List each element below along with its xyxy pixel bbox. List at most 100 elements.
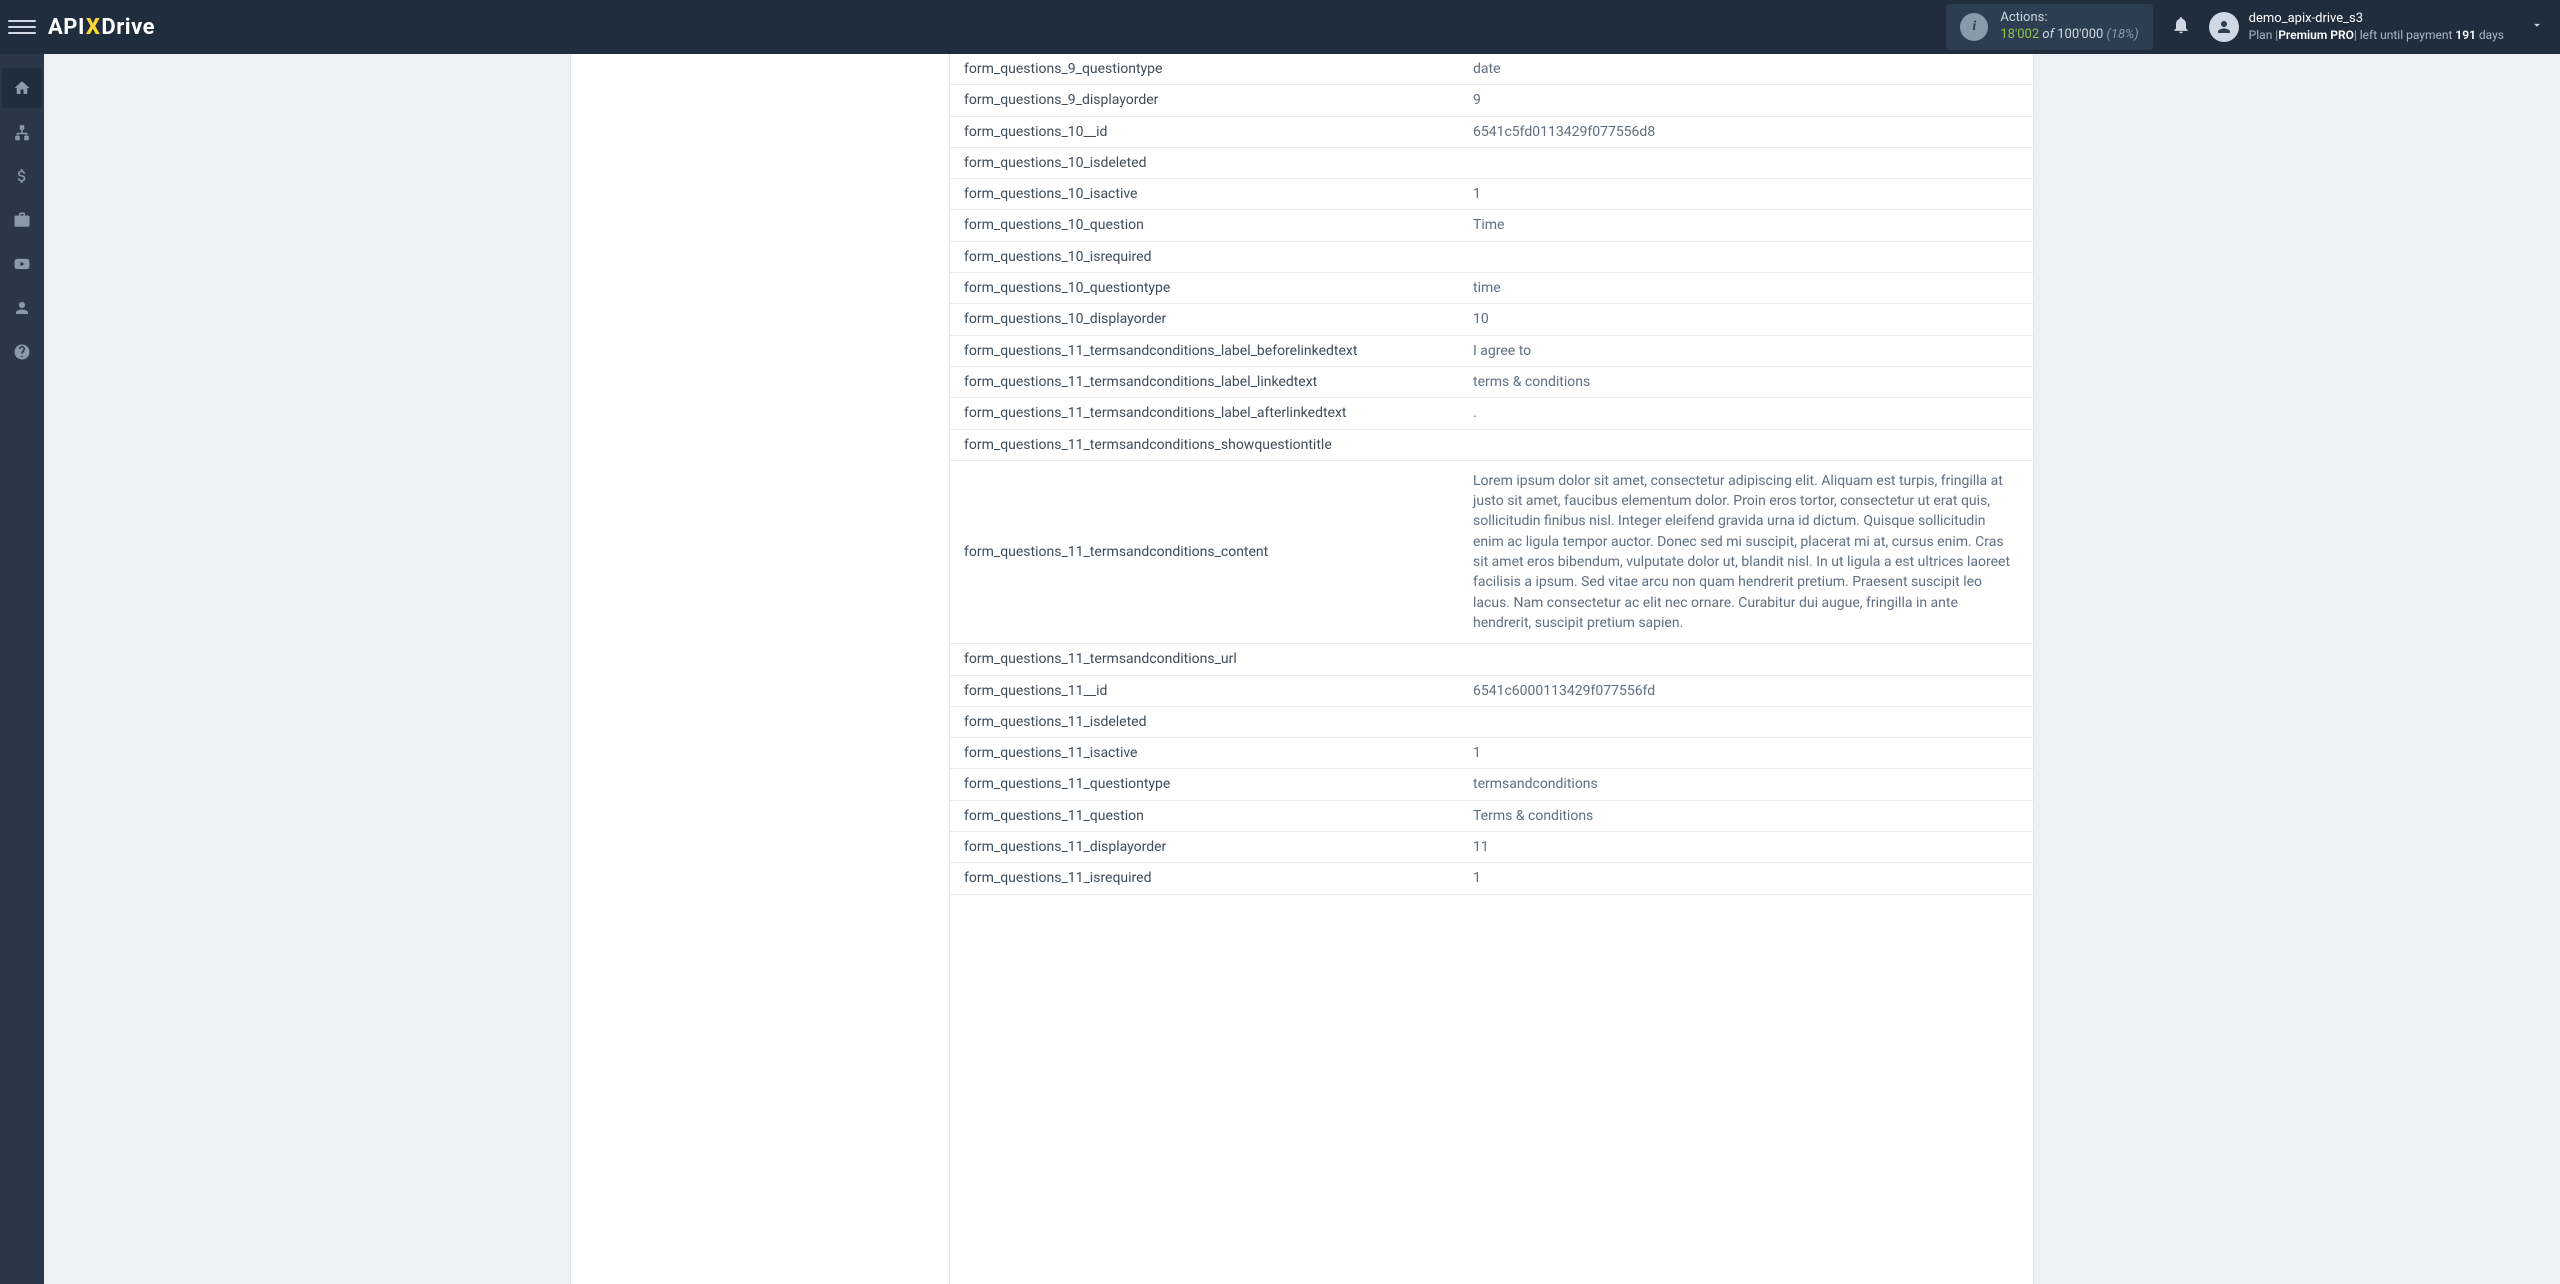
top-header: APIXDrive i Actions: 18'002 of 100'000 (… [0,0,2560,54]
sidebar-item-connections[interactable] [2,112,42,152]
field-key: form_questions_11_termsandconditions_sho… [950,429,1459,460]
sidebar-item-account[interactable] [2,288,42,328]
table-row: form_questions_11_questionTerms & condit… [950,800,2033,831]
field-value: 6541c5fd0113429f077556d8 [1459,116,2033,147]
username: demo_apix-drive_s3 [2249,11,2504,28]
field-key: form_questions_11_termsandconditions_lab… [950,366,1459,397]
field-value: 1 [1459,863,2033,894]
left-panel [570,54,950,1284]
data-table: form_questions_9_questiontypedateform_qu… [950,54,2033,895]
dollar-icon [13,167,31,185]
main-panel: form_questions_9_questiontypedateform_qu… [950,54,2034,1284]
field-key: form_questions_9_displayorder [950,85,1459,116]
field-key: form_questions_10_questiontype [950,273,1459,304]
table-row: form_questions_10_questionTime [950,210,2033,241]
field-value [1459,241,2033,272]
field-value: 6541c6000113429f077556fd [1459,675,2033,706]
field-value: termsandconditions [1459,769,2033,800]
field-key: form_questions_10_isactive [950,179,1459,210]
chevron-down-icon [2530,18,2544,36]
field-value: 1 [1459,738,2033,769]
table-row: form_questions_10_displayorder10 [950,304,2033,335]
table-row: form_questions_11_termsandconditions_lab… [950,398,2033,429]
actions-used: 18'002 [2000,27,2039,42]
notifications-icon[interactable] [2171,15,2191,39]
field-value: . [1459,398,2033,429]
table-row: form_questions_11_termsandconditions_lab… [950,335,2033,366]
home-icon [13,79,31,97]
sidebar-item-help[interactable] [2,332,42,372]
table-row: form_questions_10_isactive1 [950,179,2033,210]
avatar-icon [2209,12,2239,42]
field-value: terms & conditions [1459,366,2033,397]
table-row: form_questions_10_questiontypetime [950,273,2033,304]
field-value: Time [1459,210,2033,241]
table-row: form_questions_11_questiontypetermsandco… [950,769,2033,800]
logo[interactable]: APIXDrive [48,15,155,40]
actions-counter[interactable]: i Actions: 18'002 of 100'000 (18%) [1946,4,2152,50]
field-key: form_questions_10_displayorder [950,304,1459,335]
field-value: 11 [1459,832,2033,863]
field-key: form_questions_11_displayorder [950,832,1459,863]
field-key: form_questions_11_question [950,800,1459,831]
field-value: time [1459,273,2033,304]
table-row: form_questions_11_termsandconditions_sho… [950,429,2033,460]
field-value [1459,147,2033,178]
sidebar [0,54,44,1284]
field-key: form_questions_10_isrequired [950,241,1459,272]
sidebar-item-home[interactable] [2,68,42,108]
field-value [1459,644,2033,675]
table-row: form_questions_10__id6541c5fd0113429f077… [950,116,2033,147]
help-icon [13,343,31,361]
table-row: form_questions_11__id6541c6000113429f077… [950,675,2033,706]
logo-text-api: API [48,15,85,40]
actions-of: of [2042,27,2054,42]
actions-total: 100'000 [2057,27,2103,42]
logo-text-drive: Drive [101,15,155,40]
field-key: form_questions_9_questiontype [950,54,1459,85]
sidebar-item-billing[interactable] [2,156,42,196]
info-icon: i [1960,13,1988,41]
field-key: form_questions_11__id [950,675,1459,706]
field-key: form_questions_11_questiontype [950,769,1459,800]
user-text: demo_apix-drive_s3 Plan |Premium PRO| le… [2249,11,2504,43]
table-row: form_questions_11_isactive1 [950,738,2033,769]
table-row: form_questions_10_isdeleted [950,147,2033,178]
hamburger-menu-icon[interactable] [8,13,36,41]
actions-text: Actions: 18'002 of 100'000 (18%) [2000,10,2138,44]
table-row: form_questions_10_isrequired [950,241,2033,272]
field-key: form_questions_11_termsandconditions_lab… [950,398,1459,429]
field-value: date [1459,54,2033,85]
field-key: form_questions_10_question [950,210,1459,241]
sitemap-icon [13,123,31,141]
field-key: form_questions_10_isdeleted [950,147,1459,178]
table-row: form_questions_11_displayorder11 [950,832,2033,863]
field-key: form_questions_10__id [950,116,1459,147]
field-key: form_questions_11_isactive [950,738,1459,769]
plan-line: Plan |Premium PRO| left until payment 19… [2249,28,2504,44]
field-key: form_questions_11_termsandconditions_con… [950,460,1459,643]
field-key: form_questions_11_termsandconditions_lab… [950,335,1459,366]
table-row: form_questions_9_displayorder9 [950,85,2033,116]
field-value [1459,429,2033,460]
table-row: form_questions_9_questiontypedate [950,54,2033,85]
field-value: I agree to [1459,335,2033,366]
table-row: form_questions_11_isrequired1 [950,863,2033,894]
field-key: form_questions_11_termsandconditions_url [950,644,1459,675]
user-menu[interactable]: demo_apix-drive_s3 Plan |Premium PRO| le… [2209,11,2544,43]
table-row: form_questions_11_termsandconditions_lab… [950,366,2033,397]
field-value: Lorem ipsum dolor sit amet, consectetur … [1459,460,2033,643]
field-value: 10 [1459,304,2033,335]
page-body: form_questions_9_questiontypedateform_qu… [44,54,2560,1284]
field-value [1459,706,2033,737]
field-value: 9 [1459,85,2033,116]
sidebar-item-briefcase[interactable] [2,200,42,240]
youtube-icon [13,255,31,273]
table-row: form_questions_11_isdeleted [950,706,2033,737]
user-icon [13,299,31,317]
field-value: Terms & conditions [1459,800,2033,831]
sidebar-item-video[interactable] [2,244,42,284]
field-value: 1 [1459,179,2033,210]
field-key: form_questions_11_isdeleted [950,706,1459,737]
actions-percent: (18%) [2107,27,2139,42]
